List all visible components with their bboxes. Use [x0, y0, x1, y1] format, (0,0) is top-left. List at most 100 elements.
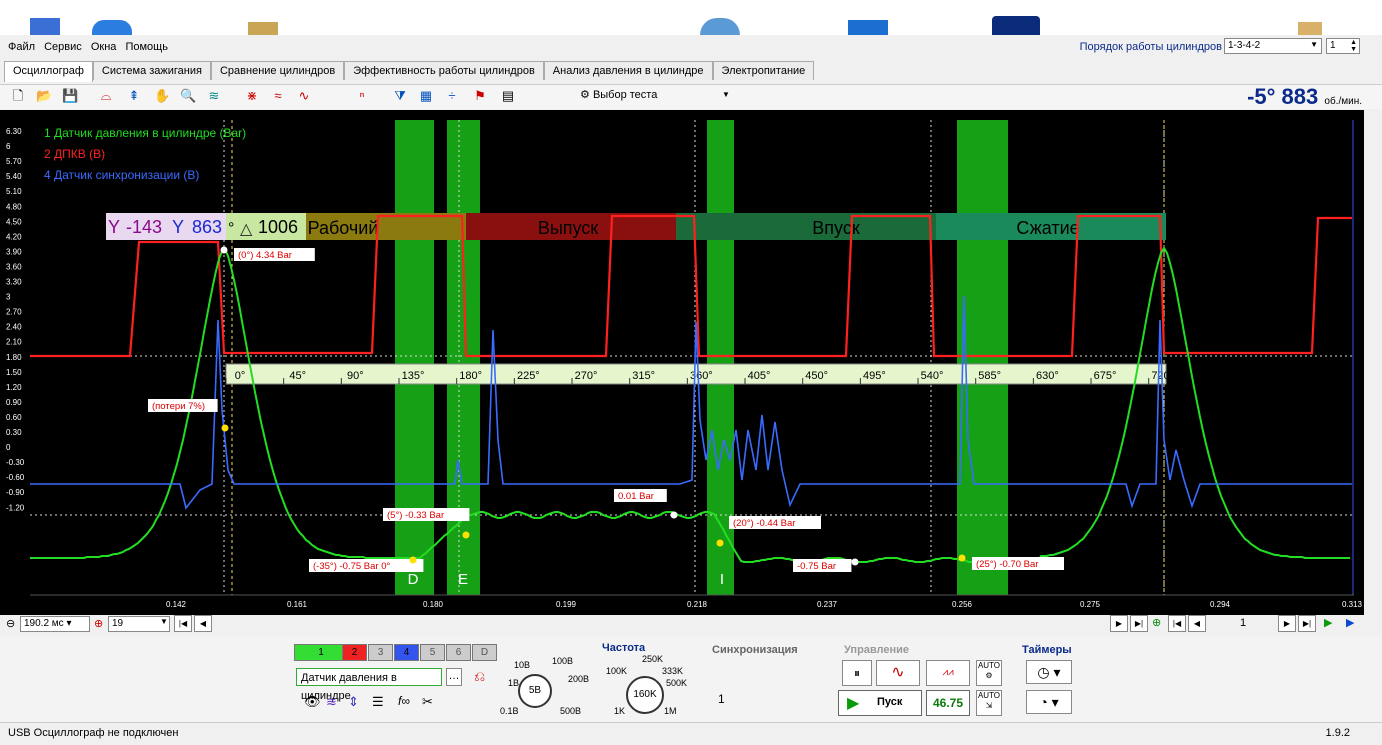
waveform-icon[interactable]: ≋	[326, 694, 337, 710]
tab-cylinder-compare[interactable]: Сравнение цилиндров	[210, 61, 345, 80]
frame-next-button[interactable]: ▶	[1110, 615, 1128, 632]
valve-marker: I	[720, 571, 724, 588]
channel-2-button[interactable]: 2	[342, 644, 367, 661]
menu-service[interactable]: Сервис	[41, 38, 85, 53]
zero-level-icon[interactable]: ⁿ	[354, 88, 370, 104]
save-icon[interactable]: 💾	[62, 88, 78, 104]
overlay-icon[interactable]: ∿	[296, 88, 312, 104]
chevron-down-icon: ▼	[722, 90, 730, 99]
pause-button[interactable]: ⏸	[842, 660, 872, 686]
channel-5-button[interactable]: 5	[420, 644, 445, 661]
page-counter: 1	[1240, 617, 1247, 629]
freq-label-100k: 100K	[606, 666, 628, 676]
sine-mode-button[interactable]: ∿	[876, 660, 920, 686]
oscilloscope-screen[interactable]: Рабочий Выпуск Впуск Сжатие Y -143 Y 863 ° △ 1006 …	[0, 110, 1364, 615]
go-prev-button[interactable]: ◀	[194, 615, 212, 632]
filter-icon[interactable]: ⧩	[392, 88, 408, 104]
play-green-icon[interactable]: ▶	[1324, 616, 1332, 629]
tab-ignition[interactable]: Система зажигания	[92, 61, 211, 80]
annotation-point	[670, 511, 678, 519]
tab-pressure-analysis[interactable]: Анализ давления в цилиндре	[543, 61, 713, 80]
scale-icon[interactable]: ≋	[206, 88, 222, 104]
angle-tick-label: 360°	[690, 370, 713, 382]
legend: 1 Датчик давления в цилиндре (Bar) 2 ДПКВ…	[44, 126, 246, 182]
zoom-out-icon[interactable]: ⊖	[6, 617, 15, 630]
menu-windows[interactable]: Окна	[88, 38, 120, 53]
tools-icon[interactable]: ✂	[422, 694, 433, 710]
angle-tick-label: 90°	[347, 370, 364, 382]
y-tick-label: 1.20	[6, 383, 22, 392]
cylinder-count-spinner[interactable]: 1 ▲ ▼	[1326, 38, 1360, 54]
more-button[interactable]: …	[446, 668, 462, 686]
menu-file[interactable]: Файл	[0, 38, 38, 53]
timer-2-button[interactable]: ◔ ▾	[1026, 690, 1072, 714]
timer-1-button[interactable]: ◷ ▾	[1026, 660, 1072, 684]
page-prev-button[interactable]: ◀	[1188, 615, 1206, 632]
notes-icon[interactable]: ▤	[500, 88, 516, 104]
annotation-point	[409, 556, 417, 564]
cursor-tool-icon[interactable]: ⌓	[98, 88, 114, 104]
annotation-label: 0.01 Bar	[618, 491, 654, 502]
angle-tick-label: 630°	[1036, 370, 1059, 382]
gear-icon: ⚙	[580, 89, 590, 101]
x-tick-label: 0.199	[556, 600, 577, 609]
vertical-scale-icon[interactable]: ⇕	[348, 694, 359, 710]
pulse-mode-button[interactable]: ⩘⩘	[926, 660, 970, 686]
y-tick-label: 0.60	[6, 413, 22, 422]
annotation-label: -0.75 Bar	[797, 561, 836, 572]
waveform-icon[interactable]: ≈	[270, 88, 286, 104]
trigger-icon[interactable]: ⇞	[126, 88, 142, 104]
start-button[interactable]: ▶ Пуск	[838, 690, 922, 716]
annotation-point	[220, 246, 228, 254]
zoom-icon[interactable]: 🔍	[180, 88, 196, 104]
split-icon[interactable]: ÷	[444, 88, 460, 104]
pan-hand-icon[interactable]: ✋	[154, 88, 170, 104]
open-folder-icon[interactable]: 📂	[36, 88, 52, 104]
angle-tick-label: 540°	[921, 370, 944, 382]
add-frame-icon[interactable]: ⊕	[1152, 616, 1161, 629]
annotation-label: (потери 7%)	[152, 401, 205, 412]
channel-d-button[interactable]: D	[472, 644, 497, 661]
lines-icon[interactable]: ☰	[372, 694, 384, 710]
tab-cylinder-efficiency[interactable]: Эффективность работы цилиндров	[344, 61, 544, 80]
auto-sync-button[interactable]: AUTO ⇲	[976, 690, 1002, 716]
y-tick-label: 0.30	[6, 428, 22, 437]
function-icon[interactable]: f∞	[398, 694, 410, 708]
auto-mode-button[interactable]: AUTO ⚙	[976, 660, 1002, 686]
channel-1-button[interactable]: 1	[294, 644, 348, 661]
play-blue-icon[interactable]: ▶	[1346, 616, 1354, 629]
cursor-b-icon: Y	[172, 217, 184, 237]
y-tick-label: -0.60	[6, 473, 25, 482]
channel-4-trace	[30, 295, 1352, 510]
channel-3-button[interactable]: 3	[368, 644, 393, 661]
waveform-plot: Рабочий Выпуск Впуск СжатиеY -143 Y 863 ° △ 1006 …	[6, 120, 1363, 609]
cylinder-order-select[interactable]: 1-3-4-2 ▼	[1224, 38, 1322, 54]
channel-6-button[interactable]: 6	[446, 644, 471, 661]
go-first-button[interactable]: |◀	[174, 615, 192, 632]
y-tick-label: 2.40	[6, 323, 22, 332]
grid-icon[interactable]: ⋇	[244, 88, 260, 104]
frame-last-button[interactable]: ▶|	[1130, 615, 1148, 632]
phase-bands	[395, 120, 1008, 595]
table-icon[interactable]: ▦	[418, 88, 434, 104]
y-tick-label: 4.80	[6, 202, 22, 211]
channel-sensor-select[interactable]: Датчик давления в цилиндре	[296, 668, 442, 702]
timebase-select[interactable]: 190.2 мс ▾	[20, 616, 90, 632]
new-file-icon[interactable]: 🗋	[10, 88, 26, 104]
test-select[interactable]: ⚙ Выбор теста ▼	[580, 88, 730, 106]
page-first-button[interactable]: |◀	[1168, 615, 1186, 632]
eye-icon[interactable]: 👁	[304, 694, 321, 710]
range-knob[interactable]: 5В	[518, 674, 552, 708]
frequency-knob[interactable]: 160K	[626, 676, 664, 714]
tab-oscilloscope[interactable]: Осциллограф	[4, 61, 93, 82]
sync-title: Синхронизация	[712, 644, 798, 656]
probe-icon[interactable]: ⎌	[474, 668, 485, 685]
page-last-button[interactable]: ▶|	[1298, 615, 1316, 632]
valve-band	[395, 120, 434, 595]
marker-flag-icon[interactable]: ⚑	[472, 88, 488, 104]
channel-4-button[interactable]: 4	[394, 644, 419, 661]
trigger-point-icon[interactable]: ⊕	[94, 617, 103, 630]
tab-power-supply[interactable]: Электропитание	[712, 61, 815, 80]
menu-help[interactable]: Помощь	[122, 38, 171, 53]
page-next-button[interactable]: ▶	[1278, 615, 1296, 632]
